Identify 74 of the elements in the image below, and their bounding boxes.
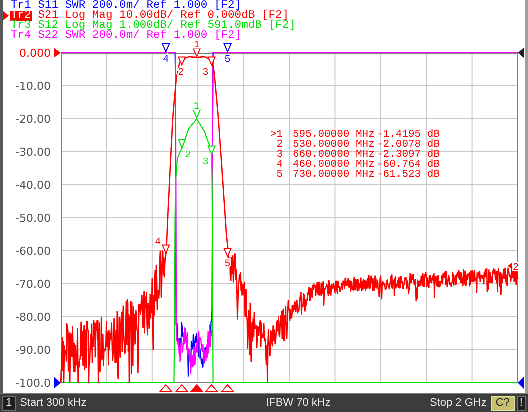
marker-frequency: 595.00000 MHz: [293, 129, 375, 141]
trace-channel: [F2]: [268, 21, 296, 31]
marker-number: 3: [202, 157, 209, 168]
marker-number: 4: [163, 55, 170, 66]
trace-reference: Ref 591.0mdB: [180, 21, 262, 31]
marker-number: 2: [185, 150, 192, 162]
marker-icon: [162, 244, 170, 255]
axis-label: -20.00: [16, 113, 51, 126]
start-frequency: Start 300 kHz: [20, 397, 88, 409]
ifbw-value: IFBW 70 kHz: [265, 397, 332, 409]
marker-icon: [224, 248, 232, 258]
trace-label[interactable]: Tr4: [10, 31, 32, 41]
reference-arrow-icon: [54, 377, 61, 389]
marker-label: 4: [276, 159, 283, 171]
trace-scale: 200.0m/: [92, 31, 140, 41]
trace-label[interactable]: Tr1: [10, 1, 32, 11]
trace-parameter: S21: [38, 11, 58, 21]
marker-frequency: 730.00000 MHz: [293, 169, 375, 181]
reference-arrow-icon: [518, 377, 524, 389]
stop-frequency: Stop 2 GHz: [429, 397, 487, 409]
calibration-status: C?: [490, 396, 515, 410]
trace-format: Log Mag: [65, 11, 113, 21]
trace-parameter: S12: [38, 21, 58, 31]
marker-number: 4: [155, 237, 162, 248]
trace-channel: [F2]: [214, 1, 242, 11]
trace-channel: [F2]: [262, 11, 290, 21]
trace-reference: Ref 1.000: [146, 1, 208, 11]
marker-number: 5: [224, 55, 231, 66]
marker-icon: [208, 56, 216, 66]
marker-value: -61.523 dB: [377, 169, 440, 181]
marker-icon: [192, 110, 202, 120]
trace-format: Log Mag: [65, 21, 113, 31]
marker-icon: [208, 146, 216, 156]
marker-label: 3: [276, 149, 283, 161]
marker-number: 2: [178, 68, 184, 80]
marker-frequency: 660.00000 MHz: [293, 149, 375, 161]
axis-label: -40.00: [16, 179, 51, 192]
marker-icon: [178, 56, 186, 66]
trace-parameter: S11: [38, 1, 58, 11]
marker-icon: [162, 44, 170, 54]
trace-format: SWR: [65, 31, 86, 41]
trace-reference: Ref 1.000: [146, 31, 208, 41]
trace-channel: [F2]: [214, 31, 242, 41]
marker-icon: [178, 139, 186, 149]
axis-label: 0.000: [20, 47, 51, 60]
marker-number: 1: [194, 102, 200, 113]
axis-label: -80.00: [16, 311, 51, 324]
marker-icon: [192, 48, 202, 58]
marker-frequency: 530.00000 MHz: [293, 139, 375, 151]
axis-label: -30.00: [16, 146, 51, 159]
axis-label: -50.00: [16, 212, 51, 225]
channel-number: 1: [2, 396, 16, 410]
trace-scale: 200.0m/: [92, 1, 140, 11]
marker-label: >1: [270, 129, 283, 141]
trace-scale: 1.000dB/: [120, 21, 174, 31]
marker-label: 2: [276, 139, 283, 151]
trace-parameter: S22: [38, 31, 58, 41]
trace-format: SWR: [65, 1, 86, 11]
marker-icon: [224, 44, 232, 54]
axis-label: -70.00: [16, 278, 51, 291]
axis-label: -10.00: [16, 80, 51, 93]
axis-label: -90.00: [16, 344, 51, 357]
marker-number: 1: [194, 41, 200, 52]
axis-label: -60.00: [16, 245, 51, 258]
marker-frequency: 460.00000 MHz: [293, 159, 375, 171]
trace-reference: Ref 0.000dB: [180, 11, 256, 21]
marker-number: 3: [202, 68, 209, 80]
alert-indicator: !: [516, 396, 526, 410]
marker-label: 5: [276, 169, 283, 181]
axis-label: -100.0: [16, 377, 51, 390]
reference-arrow-icon: [54, 48, 61, 58]
trace-scale: 10.00dB/: [120, 11, 174, 21]
end-marker-icon: [508, 263, 512, 270]
reference-arrow-icon: [518, 48, 524, 58]
